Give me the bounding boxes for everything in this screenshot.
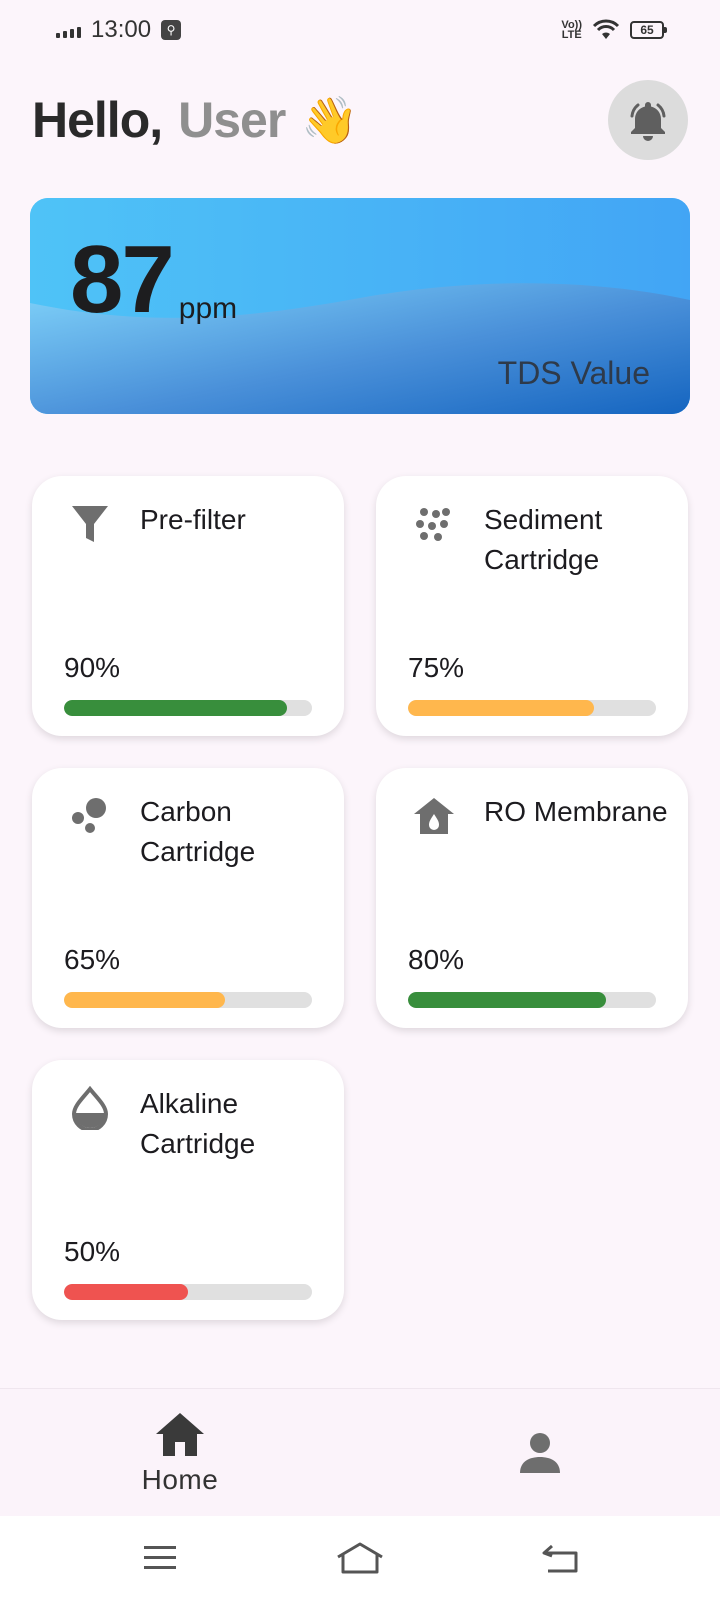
nav-profile[interactable] bbox=[360, 1389, 720, 1516]
filter-progress-fill bbox=[408, 700, 594, 716]
back-icon bbox=[542, 1544, 578, 1573]
tds-label: TDS Value bbox=[497, 355, 650, 391]
filter-progress-track bbox=[64, 700, 312, 716]
battery-level: 65 bbox=[640, 23, 654, 37]
funnel-icon bbox=[72, 506, 108, 542]
filter-card-pre-filter[interactable]: Pre-filter 90% bbox=[32, 476, 344, 736]
filter-progress-fill bbox=[64, 1284, 188, 1300]
filter-percent: 80% bbox=[408, 944, 465, 975]
filter-name: RO Membrane bbox=[484, 796, 668, 827]
filter-card-sediment[interactable]: Sediment Cartridge 75% bbox=[376, 476, 688, 736]
menu-icon bbox=[144, 1546, 176, 1569]
filter-card-ro-membrane[interactable]: RO Membrane 80% bbox=[376, 768, 688, 1028]
greeting-text: Hello, bbox=[32, 92, 163, 148]
filter-progress-track bbox=[408, 700, 656, 716]
particles-icon bbox=[416, 508, 450, 541]
filter-name: Sediment Cartridge bbox=[484, 504, 603, 575]
system-navigation-bar bbox=[0, 1516, 720, 1600]
volte-bottom-label: LTE bbox=[561, 29, 582, 41]
volte-icon: Vo)) LTE bbox=[561, 20, 582, 41]
signal-strength-icon bbox=[56, 22, 81, 38]
system-menu-button[interactable] bbox=[130, 1533, 190, 1583]
usb-debug-icon: ⚲ bbox=[161, 20, 182, 40]
filter-progress-fill bbox=[408, 992, 607, 1008]
nav-home-label: Home bbox=[141, 1463, 219, 1495]
user-name: User bbox=[178, 92, 286, 148]
filter-percent: 65% bbox=[64, 944, 121, 975]
filter-name: Pre-filter bbox=[140, 504, 246, 535]
status-right: Vo)) LTE 65 bbox=[561, 19, 667, 41]
filter-card-alkaline[interactable]: Alkaline Cartridge 50% bbox=[32, 1060, 344, 1320]
filter-progress-track bbox=[408, 992, 656, 1008]
system-home-icon bbox=[337, 1542, 383, 1574]
filter-card-carbon[interactable]: Carbon Cartridge 65% bbox=[32, 768, 344, 1028]
filter-progress-fill bbox=[64, 700, 288, 716]
filter-progress-track bbox=[64, 992, 312, 1008]
bell-ringing-icon bbox=[630, 102, 666, 141]
tds-unit: ppm bbox=[178, 292, 238, 325]
tds-card: 87 ppm TDS Value bbox=[30, 198, 690, 414]
water-drop-icon bbox=[71, 1086, 109, 1130]
filter-percent: 50% bbox=[64, 1236, 121, 1267]
system-back-button[interactable] bbox=[530, 1533, 590, 1583]
system-home-button[interactable] bbox=[330, 1533, 390, 1583]
tds-number: 87 bbox=[70, 226, 175, 333]
filter-name: Carbon Cartridge bbox=[140, 796, 256, 867]
filter-progress-fill bbox=[64, 992, 226, 1008]
notifications-button[interactable] bbox=[608, 80, 688, 160]
greeting: Hello, User 👋 bbox=[32, 91, 359, 149]
tds-reading: 87 ppm bbox=[70, 232, 237, 328]
person-icon bbox=[520, 1432, 560, 1473]
battery-icon: 65 bbox=[630, 21, 667, 39]
status-bar: 13:00 ⚲ Vo)) LTE 65 bbox=[0, 0, 720, 60]
status-left: 13:00 ⚲ bbox=[56, 16, 182, 44]
house-drop-icon bbox=[414, 798, 454, 834]
home-icon bbox=[156, 1412, 204, 1456]
filter-progress-track bbox=[64, 1284, 312, 1300]
waving-hand-icon: 👋 bbox=[301, 93, 358, 146]
wifi-icon bbox=[592, 19, 620, 39]
filter-percent: 75% bbox=[408, 652, 465, 683]
status-time: 13:00 bbox=[91, 16, 152, 43]
filter-percent: 90% bbox=[64, 652, 121, 683]
filter-name: Alkaline Cartridge bbox=[140, 1088, 256, 1159]
app-screen: 13:00 ⚲ Vo)) LTE 65 Hello, User 👋 87 ppm… bbox=[0, 0, 720, 1600]
carbon-bubbles-icon bbox=[72, 798, 106, 833]
header: Hello, User 👋 bbox=[32, 80, 688, 160]
bottom-navigation: Home bbox=[0, 1388, 720, 1516]
nav-home[interactable]: Home bbox=[0, 1389, 360, 1516]
